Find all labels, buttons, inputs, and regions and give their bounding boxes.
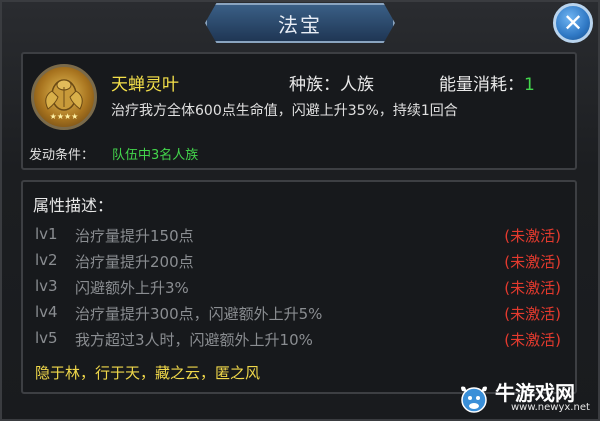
level-status: (未激活) [504, 331, 561, 349]
attribute-list: lv1 治疗量提升150点 (未激活) lv2 治疗量提升200点 (未激活) … [23, 222, 575, 352]
watermark-url: www.newyx.net [511, 402, 590, 413]
attribute-row: lv5 我方超过3人时，闪避额外上升10% (未激活) [23, 326, 575, 352]
item-avatar: ★★★★ [31, 64, 97, 130]
energy-cost: 能量消耗：1 [439, 70, 535, 95]
title-tab: 法宝 [205, 3, 395, 43]
attribute-row: lv4 治疗量提升300点，闪避额外上升5% (未激活) [23, 300, 575, 326]
level-status: (未激活) [504, 279, 561, 297]
star-rating: ★★★★ [49, 112, 79, 121]
dialog-title: 法宝 [278, 12, 322, 37]
close-button[interactable]: ✕ [553, 3, 593, 43]
level-status: (未激活) [504, 227, 561, 245]
level-status: (未激活) [504, 253, 561, 271]
item-description: 治疗我方全体600点生命值，闪避上升35%，持续1回合 [111, 103, 458, 119]
close-x-icon: ✕ [562, 9, 584, 37]
item-name: 天蝉灵叶 [111, 75, 179, 95]
item-info-panel: ★★★★ 天蝉灵叶 种族：人族 能量消耗：1 治疗我方全体600点生命值，闪避上… [21, 52, 577, 170]
attribute-row: lv2 治疗量提升200点 (未激活) [23, 248, 575, 274]
attribute-panel: 属性描述： lv1 治疗量提升150点 (未激活) lv2 治疗量提升200点 … [21, 180, 577, 394]
attribute-title: 属性描述： [33, 196, 114, 215]
level-effect: 治疗量提升300点，闪避额外上升5% [75, 305, 323, 323]
energy-value: 1 [524, 75, 535, 95]
level-label: lv1 [35, 225, 58, 243]
level-label: lv3 [35, 277, 58, 295]
level-label: lv2 [35, 251, 58, 269]
level-label: lv4 [35, 303, 58, 321]
item-motto: 隐于林，行于天，藏之云，匿之风 [35, 364, 261, 382]
attribute-row: lv3 闪避额外上升3% (未激活) [23, 274, 575, 300]
condition-value: 队伍中3名人族 [112, 148, 199, 163]
watermark: 牛游戏网 www.newyx.net [455, 377, 595, 419]
level-effect: 闪避额外上升3% [75, 279, 189, 297]
level-effect: 治疗量提升200点 [75, 253, 194, 271]
energy-label: 能量消耗： [439, 75, 524, 95]
level-status: (未激活) [504, 305, 561, 323]
level-effect: 治疗量提升150点 [75, 227, 194, 245]
condition-label: 发动条件： [29, 148, 95, 163]
level-label: lv5 [35, 329, 58, 347]
race-label: 种族：人族 [289, 75, 374, 95]
bull-logo-icon [461, 386, 487, 413]
activation-condition: 发动条件： 队伍中3名人族 [29, 144, 198, 163]
level-effect: 我方超过3人时，闪避额外上升10% [75, 331, 313, 349]
attribute-row: lv1 治疗量提升150点 (未激活) [23, 222, 575, 248]
